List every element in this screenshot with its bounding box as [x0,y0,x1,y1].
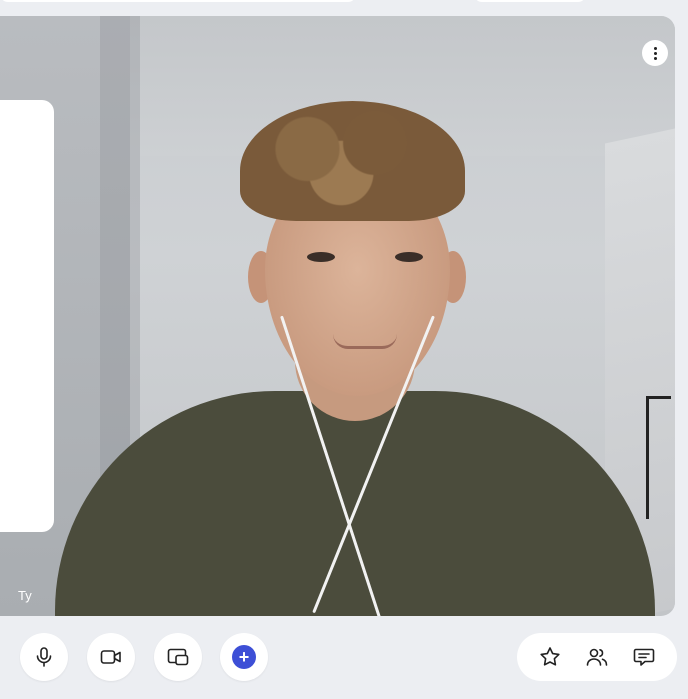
tile-options-button[interactable] [642,40,668,66]
hair [240,101,465,221]
plus-icon: + [232,645,256,669]
participant-video-feed [0,16,675,616]
kebab-dot [653,56,657,60]
video-camera-icon [100,650,121,664]
kebab-dot [653,46,657,50]
eye [307,252,335,262]
chat-icon[interactable] [632,645,656,669]
kebab-dot [653,51,657,55]
top-bar-pill-right [474,0,586,2]
star-icon[interactable] [538,645,562,669]
eye [395,252,423,262]
side-panel[interactable] [0,100,54,532]
people-icon[interactable] [585,645,609,669]
top-bar-pill-left [0,0,356,2]
microphone-icon [36,647,52,667]
mouth [333,334,397,349]
screen-share-icon [167,648,189,666]
participant-video-tile[interactable] [0,16,675,616]
camera-button[interactable] [87,633,135,681]
more-options-button[interactable]: + [220,633,268,681]
microphone-button[interactable] [20,633,68,681]
screen-share-button[interactable] [154,633,202,681]
right-controls-group [517,633,677,681]
participant-name-label: Ty [18,588,32,603]
